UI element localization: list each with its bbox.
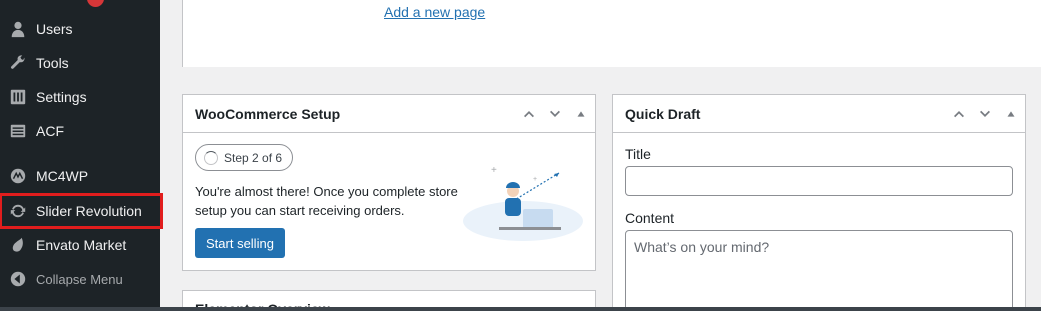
sidebar-item-users[interactable]: Users (0, 12, 160, 46)
svg-text:+: + (491, 165, 497, 176)
user-icon (0, 20, 36, 38)
store-setup-illustration-icon: + + (463, 165, 583, 241)
quick-draft-widget: Quick Draft Title Content What’s on your… (612, 94, 1026, 311)
step-label: Step 2 of 6 (224, 150, 283, 165)
collapse-menu-button[interactable]: Collapse Menu (0, 262, 160, 296)
toggle-panel-icon[interactable] (573, 106, 589, 122)
sidebar-item-label: Collapse Menu (36, 271, 123, 287)
sidebar-item-mc4wp[interactable]: MC4WP (0, 159, 160, 193)
move-down-icon[interactable] (547, 106, 563, 122)
sidebar-item-settings[interactable]: Settings (0, 80, 160, 114)
refresh-icon (0, 202, 36, 220)
add-new-page-link[interactable]: Add a new page (384, 4, 485, 20)
settings-icon (0, 88, 36, 106)
sidebar-item-label: Tools (36, 55, 69, 71)
move-up-icon[interactable] (951, 106, 967, 122)
svg-text:+: + (533, 176, 537, 183)
move-up-icon[interactable] (521, 106, 537, 122)
notification-badge (87, 0, 104, 7)
sidebar-item-label: Envato Market (36, 237, 127, 253)
toggle-panel-icon[interactable] (1003, 106, 1019, 122)
progress-spinner-icon (204, 150, 218, 165)
widget-title: WooCommerce Setup (195, 105, 341, 122)
setup-description: You're almost there! Once you complete s… (195, 184, 458, 218)
title-input[interactable] (625, 166, 1013, 196)
top-panel: Add a new page (182, 0, 1041, 67)
leaf-icon (0, 236, 36, 254)
content-textarea[interactable]: What’s on your mind? (625, 230, 1013, 311)
content-label: Content (625, 210, 675, 226)
move-down-icon[interactable] (977, 106, 993, 122)
bottom-edge-bar (0, 307, 1041, 311)
sidebar-item-label: Users (36, 21, 73, 37)
sidebar-item-tools[interactable]: Tools (0, 46, 160, 80)
acf-icon (0, 122, 36, 140)
start-selling-button[interactable]: Start selling (195, 228, 285, 258)
sidebar-item-slider-revolution[interactable]: Slider Revolution (0, 193, 163, 229)
content-placeholder: What’s on your mind? (634, 239, 770, 255)
title-label: Title (625, 146, 651, 162)
collapse-icon (0, 270, 36, 288)
sidebar-item-acf[interactable]: ACF (0, 114, 160, 148)
sidebar-item-label: Settings (36, 89, 87, 105)
widget-title: Quick Draft (625, 105, 701, 122)
wrench-icon (0, 54, 36, 72)
sidebar-item-label: Slider Revolution (36, 203, 142, 219)
woocommerce-setup-widget: WooCommerce Setup Step 2 of 6 You're alm… (182, 94, 596, 271)
widget-header: WooCommerce Setup (183, 95, 595, 133)
mc4wp-icon (0, 167, 36, 185)
admin-sidebar: Users Tools Settings ACF MC4WP Slider Re… (0, 0, 163, 311)
step-indicator: Step 2 of 6 (195, 144, 294, 171)
widget-header: Quick Draft (613, 95, 1025, 133)
sidebar-item-label: ACF (36, 123, 64, 139)
sidebar-item-envato-market[interactable]: Envato Market (0, 228, 160, 262)
sidebar-item-label: MC4WP (36, 168, 89, 184)
